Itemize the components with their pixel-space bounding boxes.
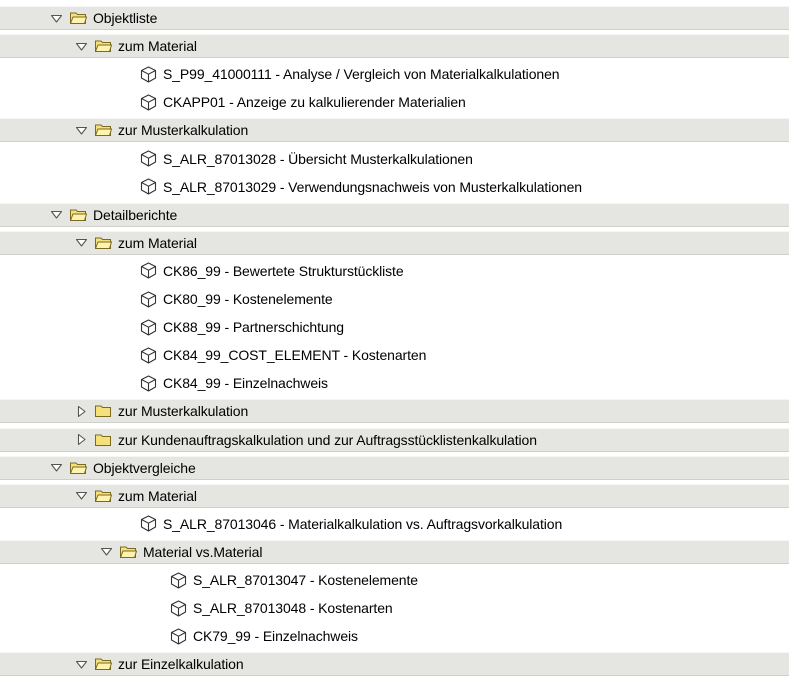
report-label: S_ALR_87013046 - Materialkalkulation vs.…: [163, 515, 563, 532]
open-folder-icon: [70, 11, 87, 25]
folder-label: Material vs.Material: [143, 543, 263, 560]
open-folder-icon: [95, 39, 112, 53]
open-folder-icon: [70, 208, 87, 222]
report-label: CK80_99 - Kostenelemente: [163, 291, 333, 307]
folder-label: zum Material: [118, 234, 197, 251]
tree-report-row[interactable]: S_ALR_87013048 - Kostenarten: [0, 596, 789, 621]
tree-folder-row[interactable]: zur Musterkalkulation: [0, 399, 789, 424]
closed-folder-icon: [95, 404, 112, 418]
collapse-triangle-icon[interactable]: [100, 545, 113, 558]
collapse-triangle-icon[interactable]: [75, 658, 88, 671]
folder-label: zur Kundenauftragskalkulation und zur Au…: [118, 431, 537, 448]
tree-report-row[interactable]: S_ALR_87013047 - Kostenelemente: [0, 568, 789, 592]
tree-report-row[interactable]: CK80_99 - Kostenelemente: [0, 287, 789, 311]
folder-label: zur Einzelkalkulation: [118, 656, 244, 673]
tree-report-row[interactable]: S_ALR_87013028 - Übersicht Musterkalkula…: [0, 146, 789, 171]
report-cube-icon: [170, 628, 187, 645]
tree-report-row[interactable]: S_ALR_87013029 - Verwendungsnachweis von…: [0, 174, 789, 199]
report-label: S_ALR_87013028 - Übersicht Musterkalkula…: [163, 150, 473, 167]
collapse-triangle-icon[interactable]: [75, 124, 88, 137]
collapse-triangle-icon[interactable]: [75, 489, 88, 502]
collapse-triangle-icon[interactable]: [50, 461, 63, 474]
tree-report-row[interactable]: CK88_99 - Partnerschichtung: [0, 315, 789, 340]
tree-folder-row[interactable]: zum Material: [0, 483, 789, 508]
report-cube-icon: [140, 375, 157, 392]
report-label: S_ALR_87013047 - Kostenelemente: [193, 572, 418, 588]
tree-report-row[interactable]: CK84_99_COST_ELEMENT - Kostenarten: [0, 343, 789, 368]
tree-folder-row[interactable]: Objektvergleiche: [0, 455, 789, 480]
folder-label: zur Musterkalkulation: [118, 122, 249, 139]
report-cube-icon: [140, 94, 157, 111]
collapse-triangle-icon[interactable]: [75, 40, 88, 53]
open-folder-icon: [70, 461, 87, 475]
report-label: CK86_99 - Bewertete Strukturstückliste: [163, 262, 404, 279]
report-label: S_ALR_87013048 - Kostenarten: [193, 600, 393, 617]
report-cube-icon: [140, 66, 157, 83]
report-label: CK88_99 - Partnerschichtung: [163, 319, 344, 336]
report-label: CKAPP01 - Anzeige zu kalkulierender Mate…: [163, 94, 466, 111]
folder-label: zum Material: [118, 487, 197, 504]
open-folder-icon: [95, 236, 112, 250]
tree-folder-row[interactable]: zum Material: [0, 230, 789, 255]
tree-folder-row[interactable]: zum Material: [0, 34, 789, 59]
open-folder-icon: [95, 123, 112, 137]
report-label: S_ALR_87013029 - Verwendungsnachweis von…: [163, 178, 582, 195]
open-folder-icon: [120, 545, 137, 559]
tree-report-row[interactable]: S_ALR_87013046 - Materialkalkulation vs.…: [0, 511, 789, 536]
closed-folder-icon: [95, 433, 112, 447]
report-cube-icon: [140, 515, 157, 532]
folder-label: Detailberichte: [93, 206, 178, 223]
folder-label: zum Material: [118, 38, 197, 55]
report-label: CK79_99 - Einzelnachweis: [193, 628, 358, 645]
tree-report-row[interactable]: S_P99_41000111 - Analyse / Vergleich von…: [0, 62, 789, 87]
tree-folder-row[interactable]: zur Musterkalkulation: [0, 118, 789, 143]
tree-folder-row[interactable]: zur Einzelkalkulation: [0, 652, 789, 677]
folder-label: Objektvergleiche: [93, 459, 196, 476]
open-folder-icon: [95, 657, 112, 671]
tree-report-row[interactable]: CK84_99 - Einzelnachweis: [0, 371, 789, 396]
expand-triangle-icon[interactable]: [75, 433, 88, 446]
report-tree: Objektliste zum Material S_P99_41000111 - …: [0, 0, 789, 699]
report-cube-icon: [170, 571, 187, 589]
tree-report-row[interactable]: CK79_99 - Einzelnachweis: [0, 624, 789, 649]
tree-report-row[interactable]: CKAPP01 - Anzeige zu kalkulierender Mate…: [0, 90, 789, 115]
report-cube-icon: [140, 347, 157, 364]
report-label: CK84_99_COST_ELEMENT - Kostenarten: [163, 347, 427, 364]
report-cube-icon: [170, 600, 187, 617]
report-cube-icon: [140, 319, 157, 336]
tree-folder-row[interactable]: Material vs.Material: [0, 539, 789, 564]
folder-label: Objektliste: [93, 10, 158, 26]
collapse-triangle-icon[interactable]: [75, 236, 88, 249]
expand-triangle-icon[interactable]: [75, 405, 88, 418]
folder-label: zur Musterkalkulation: [118, 403, 249, 420]
collapse-triangle-icon[interactable]: [50, 208, 63, 221]
open-folder-icon: [95, 489, 112, 503]
tree-folder-row[interactable]: zur Kundenauftragskalkulation und zur Au…: [0, 427, 789, 452]
report-cube-icon: [140, 262, 157, 279]
report-label: S_P99_41000111 - Analyse / Vergleich von…: [163, 66, 560, 83]
report-cube-icon: [140, 150, 157, 167]
report-cube-icon: [140, 178, 157, 195]
tree-folder-row[interactable]: Detailberichte: [0, 202, 789, 227]
report-cube-icon: [140, 290, 157, 308]
tree-folder-row[interactable]: Objektliste: [0, 6, 789, 30]
collapse-triangle-icon[interactable]: [50, 12, 63, 25]
tree-report-row[interactable]: CK86_99 - Bewertete Strukturstückliste: [0, 258, 789, 283]
report-label: CK84_99 - Einzelnachweis: [163, 375, 328, 392]
